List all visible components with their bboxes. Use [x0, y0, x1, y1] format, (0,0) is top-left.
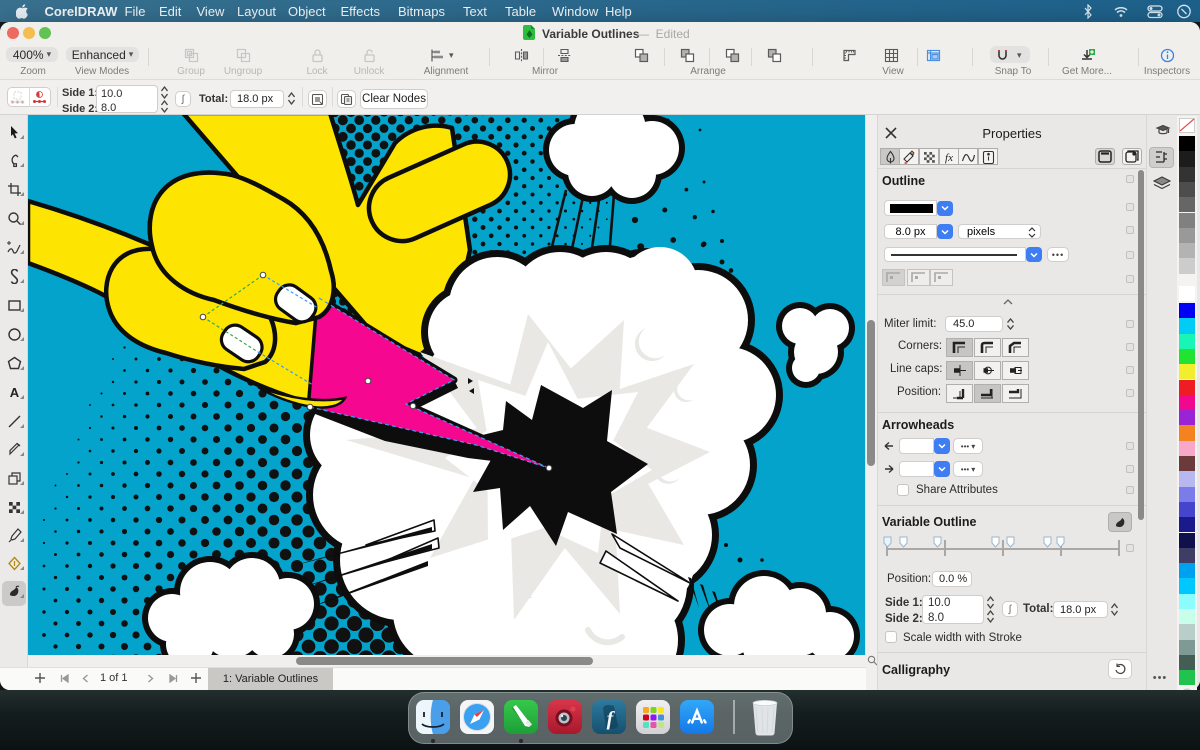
svg-text:fx: fx — [945, 152, 953, 164]
svg-text:A: A — [9, 385, 19, 400]
